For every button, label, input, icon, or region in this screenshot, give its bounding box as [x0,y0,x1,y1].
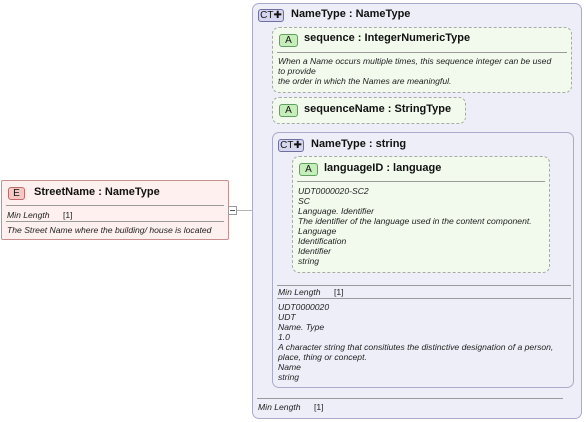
attr-language-doc-line-3: Language. Identifier [298,206,374,216]
inner-type-doc-line-1: UDT0000020 [278,302,330,312]
inner-type-facet-label: Min Length [278,287,321,297]
element-badge: E [8,187,25,200]
attr-language-divider [297,181,545,182]
expand-toggle[interactable] [228,206,237,215]
element-title: StreetName : NameType [34,186,160,198]
element-doc: The Street Name where the building/ hous… [7,225,212,235]
inner-type-doc-line-3: Name. Type [278,322,325,332]
attr-language-badge: A [299,163,318,176]
inner-type-doc-line-7: Name [278,362,301,372]
inner-type-doc-line-5: A character string that consitiutes the … [278,342,554,352]
attribute-languageid[interactable]: A languageID : language UDT0000020-SC2 S… [292,156,550,273]
outer-type-badge: CT✚ [258,9,284,22]
outer-type-divider [257,398,563,399]
attr-language-doc-line-8: string [298,256,320,266]
outer-type-title: NameType : NameType [291,8,411,20]
attr-sequence-doc-line-2: to provide [278,66,316,76]
attr-sequencename-badge: A [279,104,298,117]
inner-type-facet-value: [1] [334,287,344,297]
element-facet-value: [1] [63,210,73,220]
attr-language-doc-line-7: Identifier [298,246,331,256]
plus-icon: ✚ [273,10,282,21]
attr-sequence-doc-line-1: When a Name occurs multiple times, this … [278,56,552,66]
inner-type-divider-2 [277,298,571,299]
attr-language-doc-line-2: SC [298,196,310,206]
plus-icon: ✚ [293,140,302,151]
inner-type-doc-line-6: place, thing or concept. [278,352,367,362]
element-streetname[interactable]: E StreetName : NameType Min Length [1] T… [1,180,229,240]
element-divider-1 [6,205,224,206]
inner-type-doc-line-4: 1.0 [278,332,290,342]
outer-type-facet-value: [1] [314,402,324,412]
attr-language-doc-line-1: UDT0000020-SC2 [298,186,369,196]
attribute-sequence[interactable]: A sequence : IntegerNumericType When a N… [272,27,572,93]
inner-type-badge: CT✚ [278,139,304,152]
inner-type-title: NameType : string [311,138,407,150]
attr-language-title: languageID : language [324,162,442,174]
attr-language-doc-line-4: The identifier of the language used in t… [298,216,532,226]
inner-type-badge-text: CT [280,140,294,151]
inner-type-doc-line-2: UDT [278,312,296,322]
minus-icon [230,210,235,211]
inner-type-doc-line-8: string [278,372,300,382]
element-facet-label: Min Length [7,210,50,220]
attribute-sequencename[interactable]: A sequenceName : StringType [272,97,466,124]
inner-type-divider-1 [277,285,571,286]
element-divider-2 [6,221,224,222]
attr-sequencename-title: sequenceName : StringType [304,103,452,115]
outer-type-facet-label: Min Length [258,402,301,412]
attr-language-doc-line-5: Language [298,226,337,236]
attr-sequence-badge: A [279,34,298,47]
attr-sequence-divider [277,52,567,53]
attr-sequence-doc-line-3: the order in which the Names are meaning… [278,76,452,86]
connector-element-to-type [236,210,252,211]
attr-language-doc-line-6: Identification [298,236,347,246]
outer-type-badge-text: CT [260,10,274,21]
attr-sequence-title: sequence : IntegerNumericType [304,32,471,44]
